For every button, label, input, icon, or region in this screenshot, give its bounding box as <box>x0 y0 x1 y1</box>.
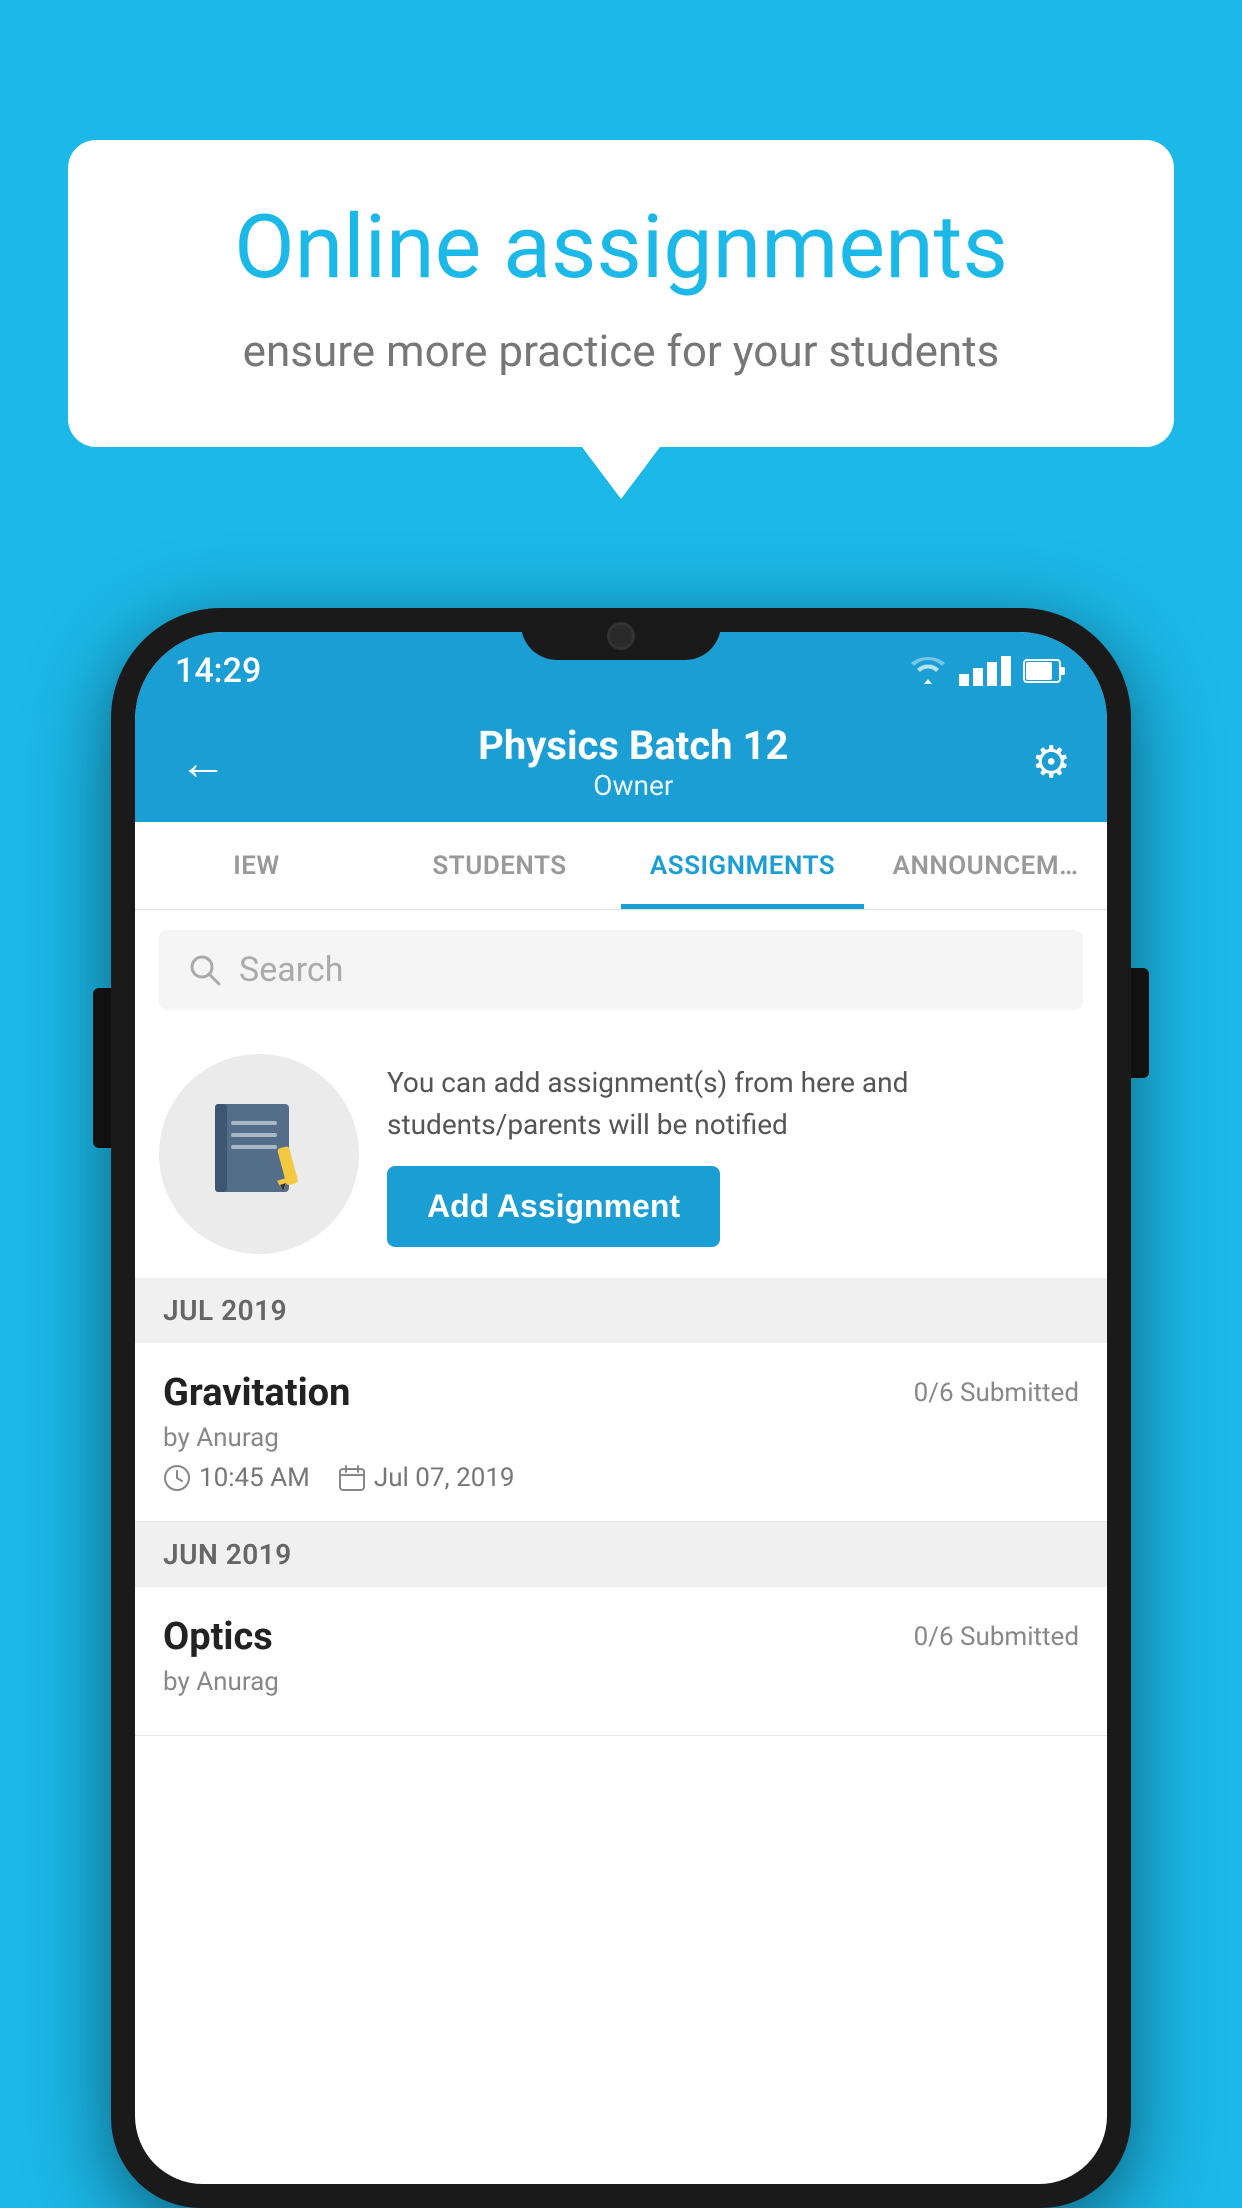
phone-notch <box>521 608 721 660</box>
battery-icon <box>1023 658 1067 684</box>
phone-screen: 14:29 <box>135 632 1107 2184</box>
clock-icon <box>163 1464 191 1492</box>
phone-frame: 14:29 <box>111 608 1131 2208</box>
assignment-status: 0/6 Submitted <box>914 1378 1079 1408</box>
tab-students[interactable]: STUDENTS <box>378 822 621 909</box>
speech-bubble: Online assignments ensure more practice … <box>68 140 1174 447</box>
app-header: ← Physics Batch 12 Owner ⚙ <box>135 702 1107 822</box>
search-bar[interactable]: Search <box>159 930 1083 1010</box>
assignment-top-row: Optics 0/6 Submitted <box>163 1615 1079 1659</box>
tabs-bar: IEW STUDENTS ASSIGNMENTS ANNOUNCEM… <box>135 822 1107 910</box>
assignment-name: Gravitation <box>163 1371 350 1415</box>
back-button[interactable]: ← <box>171 726 235 799</box>
calendar-icon <box>338 1464 366 1492</box>
assignment-time: 10:45 AM <box>163 1463 310 1493</box>
assignment-by: by Anurag <box>163 1423 1079 1453</box>
status-time: 14:29 <box>175 651 261 691</box>
assignment-status: 0/6 Submitted <box>914 1622 1079 1652</box>
status-icons <box>909 656 1067 686</box>
promo-text-block: You can add assignment(s) from here and … <box>387 1062 1083 1247</box>
assignment-date-value: Jul 07, 2019 <box>374 1463 515 1493</box>
assignment-top-row: Gravitation 0/6 Submitted <box>163 1371 1079 1415</box>
add-assignment-promo: You can add assignment(s) from here and … <box>135 1030 1107 1278</box>
month-header-jul: JUL 2019 <box>135 1278 1107 1343</box>
promo-icon-circle <box>159 1054 359 1254</box>
settings-button[interactable]: ⚙ <box>1032 736 1071 788</box>
search-icon <box>187 952 223 988</box>
camera <box>607 622 635 650</box>
tab-assignments[interactable]: ASSIGNMENTS <box>621 822 864 909</box>
search-placeholder-text: Search <box>239 950 343 990</box>
wifi-icon <box>909 657 947 685</box>
tab-announcements[interactable]: ANNOUNCEM… <box>864 822 1107 909</box>
assignment-by: by Anurag <box>163 1667 1079 1697</box>
list-item[interactable]: Optics 0/6 Submitted by Anurag <box>135 1587 1107 1736</box>
phone-outer: 14:29 <box>111 608 1131 2208</box>
tab-iew[interactable]: IEW <box>135 822 378 909</box>
batch-role: Owner <box>235 769 1032 802</box>
assignment-time-value: 10:45 AM <box>199 1463 310 1493</box>
assignment-date: Jul 07, 2019 <box>338 1463 515 1493</box>
assignment-meta: 10:45 AM Jul 07, 2019 <box>163 1463 1079 1493</box>
speech-bubble-title: Online assignments <box>138 200 1104 297</box>
add-assignment-button[interactable]: Add Assignment <box>387 1166 720 1247</box>
batch-name: Physics Batch 12 <box>235 722 1032 769</box>
header-title-block: Physics Batch 12 Owner <box>235 722 1032 802</box>
content-area: Search <box>135 910 1107 1736</box>
list-item[interactable]: Gravitation 0/6 Submitted by Anurag 10:4… <box>135 1343 1107 1522</box>
month-header-jun: JUN 2019 <box>135 1522 1107 1587</box>
speech-bubble-subtitle: ensure more practice for your students <box>138 325 1104 377</box>
promo-description: You can add assignment(s) from here and … <box>387 1062 1083 1146</box>
notebook-icon <box>209 1099 309 1209</box>
signal-icon <box>959 656 1011 686</box>
assignment-name: Optics <box>163 1615 273 1659</box>
